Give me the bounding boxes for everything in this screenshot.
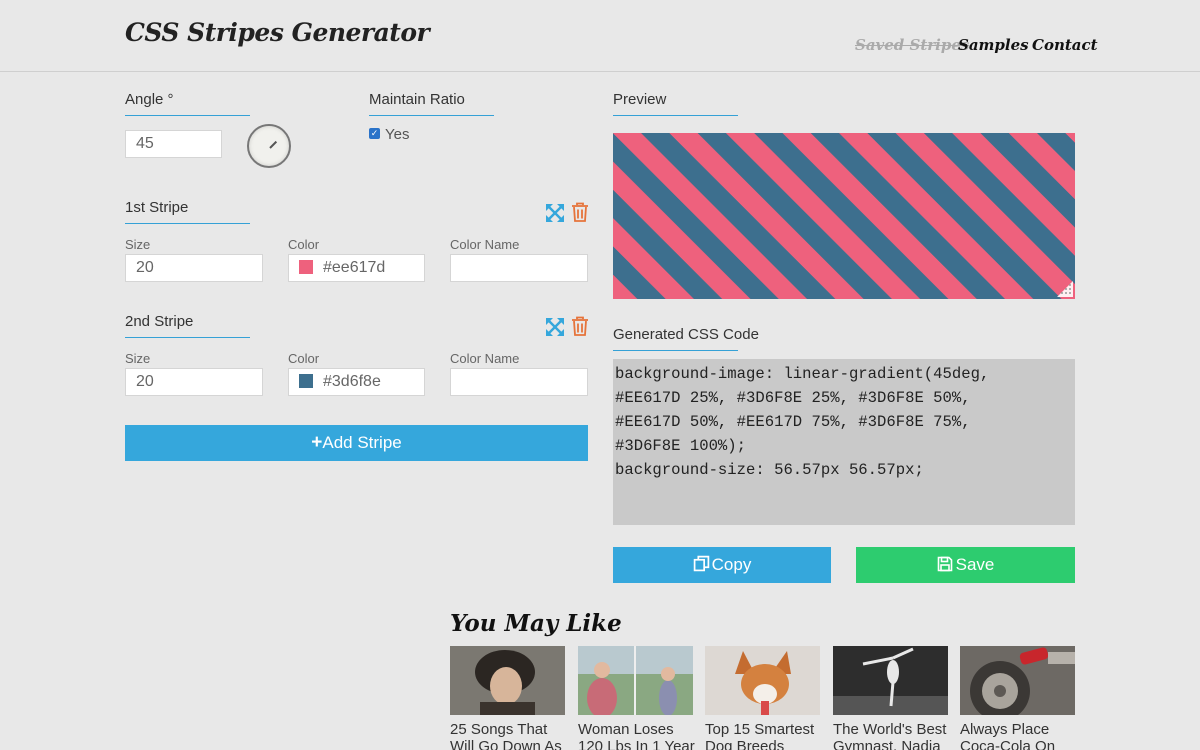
- copy-label: Copy: [711, 555, 752, 574]
- stripe-2-color-label: Color: [288, 351, 320, 366]
- angle-input[interactable]: [125, 130, 222, 158]
- color-swatch: [299, 260, 313, 274]
- resize-handle-icon[interactable]: [1057, 281, 1073, 297]
- code-underline: [613, 350, 738, 351]
- maintain-ratio-option: Yes: [385, 126, 410, 143]
- trash-icon[interactable]: [570, 316, 590, 336]
- stripe-1-color-label: Color: [288, 237, 320, 252]
- stripe-1-name-label: Color Name: [450, 237, 520, 252]
- recommendation-card[interactable]: Always Place Coca-Cola On: [960, 646, 1075, 750]
- preview-label: Preview: [613, 91, 667, 108]
- stripe-2-title: 2nd Stripe: [125, 313, 194, 330]
- save-icon: [937, 556, 952, 572]
- thumbnail-image: [833, 646, 948, 715]
- thumbnail-image: [960, 646, 1075, 715]
- nav-samples[interactable]: Samples: [958, 36, 1029, 54]
- trash-icon[interactable]: [570, 202, 590, 222]
- stripe-2-size-label: Size: [125, 351, 151, 366]
- maintain-ratio-checkbox[interactable]: ✓: [369, 128, 380, 139]
- copy-icon: [693, 555, 709, 572]
- expand-icon[interactable]: [545, 203, 565, 223]
- recommendation-card[interactable]: Woman Loses 120 Lbs In 1 Year: [578, 646, 695, 750]
- css-code-output[interactable]: background-image: linear-gradient(45deg,…: [613, 359, 1075, 525]
- card-caption: Always Place Coca-Cola On: [960, 721, 1056, 750]
- thumbnail-image: [705, 646, 820, 715]
- color-swatch: [299, 374, 313, 388]
- stripe-1-color-value: #ee617d: [323, 259, 386, 276]
- stripe-preview: [613, 133, 1075, 299]
- card-caption: Woman Loses 120 Lbs In 1 Year: [578, 721, 695, 750]
- nav-contact[interactable]: Contact: [1032, 36, 1098, 54]
- brand-logo[interactable]: CSS Stripes Generator: [125, 18, 430, 47]
- stripe-1-title: 1st Stripe: [125, 199, 189, 216]
- card-caption: The World's Best Gymnast, Nadia: [833, 721, 947, 750]
- card-caption: 25 Songs That Will Go Down As: [450, 721, 562, 750]
- recommendation-card[interactable]: 25 Songs That Will Go Down As: [450, 646, 565, 750]
- stripe-2-name-label: Color Name: [450, 351, 520, 366]
- copy-button[interactable]: Copy: [613, 547, 831, 583]
- stripe-1-size-input[interactable]: [125, 254, 263, 282]
- header: CSS Stripes Generator Saved Stripes Samp…: [0, 0, 1200, 72]
- nav-saved-stripes[interactable]: Saved Stripes: [855, 36, 969, 54]
- maintain-ratio-label: Maintain Ratio: [369, 91, 465, 108]
- save-button[interactable]: Save: [856, 547, 1075, 583]
- recommendation-card[interactable]: The World's Best Gymnast, Nadia: [833, 646, 948, 750]
- add-stripe-label: Add Stripe: [322, 433, 402, 452]
- you-may-like-title: You May Like: [450, 610, 622, 637]
- dial-needle: [269, 140, 278, 149]
- stripe-1-underline: [125, 223, 250, 224]
- plus-icon: +: [311, 432, 323, 453]
- angle-label: Angle °: [125, 91, 174, 108]
- css-code-label: Generated CSS Code: [613, 326, 759, 343]
- stripe-1-color-input[interactable]: #ee617d: [288, 254, 425, 282]
- preview-underline: [613, 115, 738, 116]
- stripe-2-name-input[interactable]: [450, 368, 588, 396]
- expand-icon[interactable]: [545, 317, 565, 337]
- stripe-1-name-input[interactable]: [450, 254, 588, 282]
- angle-underline: [125, 115, 250, 116]
- stripe-2-size-input[interactable]: [125, 368, 263, 396]
- angle-dial[interactable]: [247, 124, 291, 168]
- stripe-2-color-value: #3d6f8e: [323, 373, 381, 390]
- card-caption: Top 15 Smartest Dog Breeds: [705, 721, 815, 750]
- add-stripe-button[interactable]: +Add Stripe: [125, 425, 588, 461]
- ratio-underline: [369, 115, 494, 116]
- recommendation-card[interactable]: Top 15 Smartest Dog Breeds: [705, 646, 820, 750]
- stripe-2-color-input[interactable]: #3d6f8e: [288, 368, 425, 396]
- stripe-2-underline: [125, 337, 250, 338]
- thumbnail-image: [578, 646, 693, 715]
- save-label: Save: [955, 555, 995, 574]
- thumbnail-image: [450, 646, 565, 715]
- stripe-1-size-label: Size: [125, 237, 151, 252]
